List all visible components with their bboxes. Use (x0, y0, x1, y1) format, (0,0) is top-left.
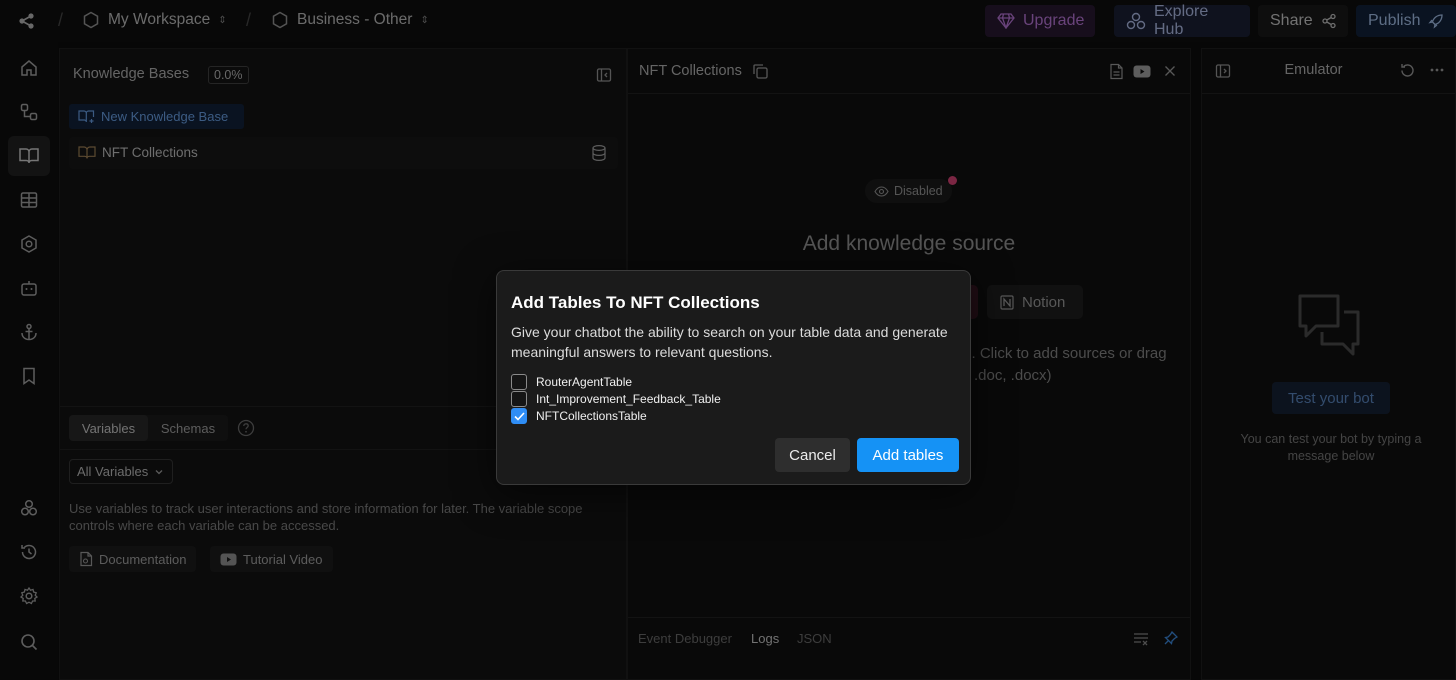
dialog-title: Add Tables To NFT Collections (511, 293, 760, 312)
table-option[interactable]: RouterAgentTable (511, 374, 632, 390)
dialog-description: Give your chatbot the ability to search … (511, 324, 948, 360)
table-option[interactable]: NFTCollectionsTable (511, 408, 647, 424)
checkmark-icon (513, 411, 525, 421)
table-option-label: RouterAgentTable (536, 375, 633, 389)
checkbox[interactable] (511, 391, 527, 407)
add-tables-dialog: Add Tables To NFT Collections Give your … (496, 270, 971, 485)
table-option-label: Int_Improvement_Feedback_Table (536, 392, 721, 406)
table-option-label: NFTCollectionsTable (536, 409, 647, 423)
checkbox-checked[interactable] (511, 408, 527, 424)
table-option[interactable]: Int_Improvement_Feedback_Table (511, 391, 721, 407)
cancel-button[interactable]: Cancel (775, 438, 850, 472)
checkbox[interactable] (511, 374, 527, 390)
add-tables-button[interactable]: Add tables (857, 438, 959, 472)
